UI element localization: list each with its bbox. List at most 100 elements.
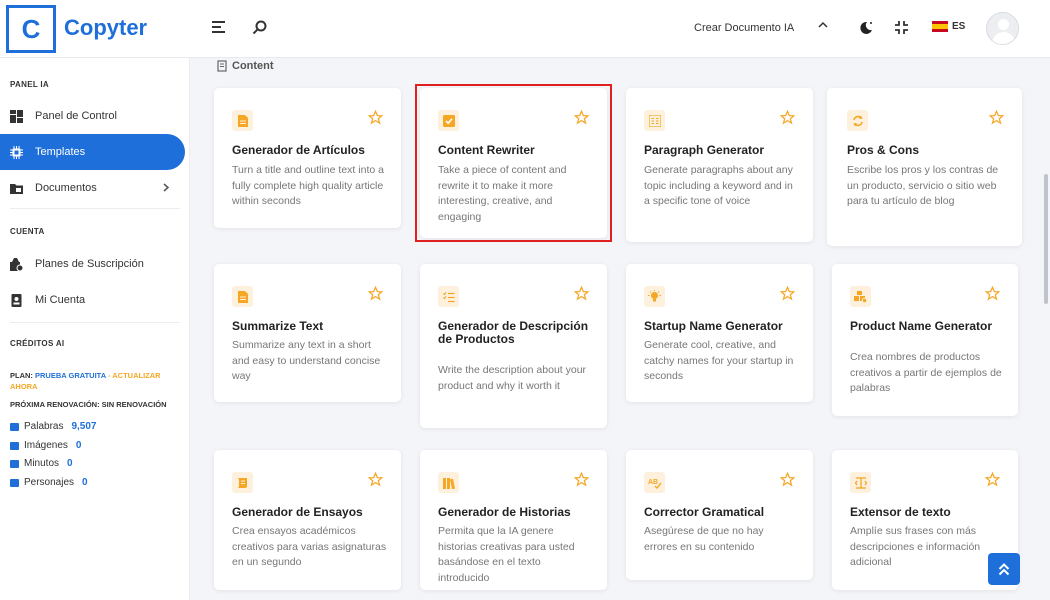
back-to-top-button[interactable] — [988, 553, 1020, 585]
card-title: Generador de Descripción de Productos — [438, 319, 589, 346]
star-icon[interactable] — [984, 471, 1001, 492]
section-panel-ia: PANEL IA — [10, 80, 49, 89]
credit-label: Personajes — [24, 477, 75, 488]
card-title: Content Rewriter — [438, 143, 535, 157]
star-icon[interactable] — [573, 285, 590, 306]
sidebar-item-panel-de-control[interactable]: Panel de Control — [0, 98, 185, 134]
sidebar-item-templates[interactable]: Templates — [0, 134, 185, 170]
plan-prefix: PLAN: — [10, 371, 33, 380]
card-description: Amplíe sus frases con más descripciones … — [850, 525, 981, 568]
sync-icon — [847, 110, 868, 131]
compress-icon[interactable] — [894, 20, 909, 40]
expand-text-icon — [850, 472, 871, 493]
moon-icon[interactable] — [858, 20, 874, 41]
template-card[interactable]: Startup Name Generator Generate cool, cr… — [626, 264, 813, 402]
list-check-icon — [438, 286, 459, 307]
boxes-icon — [850, 286, 871, 307]
star-icon[interactable] — [367, 471, 384, 492]
brand-name[interactable]: Copyter — [64, 15, 147, 41]
template-card[interactable]: Generador de Ensayos Crea ensayos académ… — [214, 450, 401, 590]
scrollbar[interactable] — [1040, 58, 1050, 600]
card-description: Generate paragraphs about any topic incl… — [644, 164, 793, 207]
plan-name: PRUEBA GRATUITA — [35, 371, 106, 380]
avatar[interactable] — [986, 12, 1019, 45]
sidebar-item-planes[interactable]: Planes de Suscripción — [0, 246, 185, 282]
credit-value: 9,507 — [71, 421, 97, 432]
card-title: Generador de Artículos — [232, 143, 365, 157]
sidebar-item-label: Templates — [35, 146, 86, 158]
star-icon[interactable] — [984, 285, 1001, 306]
star-icon[interactable] — [367, 285, 384, 306]
credit-label: Palabras — [24, 421, 64, 432]
card-title: Product Name Generator — [850, 319, 993, 333]
spell-check-icon: AB — [644, 472, 665, 493]
sidebar-item-label: Mi Cuenta — [35, 294, 86, 306]
template-card[interactable]: AB Corrector Gramatical Asegúrese de que… — [626, 450, 813, 580]
card-description: Asegúrese de que no hay errores en su co… — [644, 525, 764, 553]
box-icon — [10, 257, 24, 271]
card-title: Paragraph Generator — [644, 143, 765, 157]
chat-icon — [10, 478, 19, 487]
search-icon[interactable] — [252, 20, 267, 40]
scrollbar-thumb[interactable] — [1044, 174, 1048, 304]
star-icon[interactable] — [779, 109, 796, 130]
scroll-icon — [217, 60, 227, 72]
menu-icon[interactable] — [212, 21, 226, 39]
template-card[interactable]: Product Name Generator Crea nombres de p… — [832, 264, 1018, 416]
star-icon[interactable] — [573, 109, 590, 130]
chevron-up-icon[interactable] — [818, 20, 828, 32]
credit-value: 0 — [75, 440, 82, 451]
logo[interactable]: C — [6, 5, 56, 53]
template-card[interactable]: Content Rewriter Take a piece of content… — [420, 88, 607, 238]
card-title: Pros & Cons — [847, 143, 920, 157]
credit-words: Palabras 9,507 — [10, 421, 97, 432]
section-cuenta: CUENTA — [10, 227, 45, 236]
credit-characters: Personajes 0 — [10, 477, 88, 488]
template-card[interactable]: Generador de Descripción de Productos Wr… — [420, 264, 607, 428]
language-code: ES — [952, 21, 966, 32]
chevron-right-icon — [163, 181, 170, 195]
message-icon — [10, 422, 19, 431]
card-title: Corrector Gramatical — [644, 505, 765, 519]
template-card[interactable]: Paragraph Generator Generate paragraphs … — [626, 88, 813, 242]
template-card[interactable]: Generador de Historias Permita que la IA… — [420, 450, 607, 590]
top-bar: C Copyter Crear Documento IA ES — [0, 0, 1050, 58]
credit-images: Imágenes 0 — [10, 440, 81, 451]
card-description: Escribe los pros y los contras de un pro… — [847, 164, 999, 207]
template-card[interactable]: Summarize Text Summarize any text in a s… — [214, 264, 401, 402]
divider — [10, 208, 180, 209]
spain-flag-icon — [932, 21, 948, 32]
sidebar-item-label: Documentos — [35, 182, 97, 194]
star-icon[interactable] — [779, 471, 796, 492]
sidebar-item-documentos[interactable]: Documentos — [0, 170, 185, 206]
chip-icon — [10, 145, 23, 159]
card-description: Write the description about your product… — [438, 364, 587, 392]
star-icon[interactable] — [367, 109, 384, 130]
template-card[interactable]: Pros & Cons Escribe los pros y los contr… — [827, 88, 1022, 246]
renewal-info: PRÓXIMA RENOVACIÓN: SIN RENOVACIÓN — [10, 400, 167, 409]
star-icon[interactable] — [779, 285, 796, 306]
credit-label: Minutos — [24, 458, 60, 469]
card-title: Summarize Text — [232, 319, 324, 333]
card-title: Startup Name Generator — [644, 319, 783, 333]
section-creditos: CRÉDITOS AI — [10, 339, 65, 348]
sidebar-item-mi-cuenta[interactable]: Mi Cuenta — [0, 282, 185, 318]
star-icon[interactable] — [988, 109, 1005, 130]
create-document-button[interactable]: Crear Documento IA — [694, 22, 794, 34]
check-square-icon — [438, 110, 459, 131]
language-selector[interactable]: ES — [932, 21, 965, 32]
plan-info: PLAN: PRUEBA GRATUITA - ACTUALIZAR AHORA — [10, 370, 180, 392]
credit-minutes: Minutos 0 — [10, 458, 73, 469]
document-icon — [232, 110, 253, 131]
books-icon — [438, 472, 459, 493]
scroll-icon — [232, 472, 253, 493]
folder-icon — [10, 182, 23, 195]
card-description: Crea ensayos académicos creativos para v… — [232, 525, 387, 568]
image-icon — [10, 441, 19, 450]
lightbulb-icon — [644, 286, 665, 307]
template-card[interactable]: Generador de Artículos Turn a title and … — [214, 88, 401, 228]
star-icon[interactable] — [573, 471, 590, 492]
sidebar-item-label: Planes de Suscripción — [35, 258, 144, 270]
card-description: Summarize any text in a short and easy t… — [232, 339, 381, 382]
mic-icon — [10, 459, 19, 468]
